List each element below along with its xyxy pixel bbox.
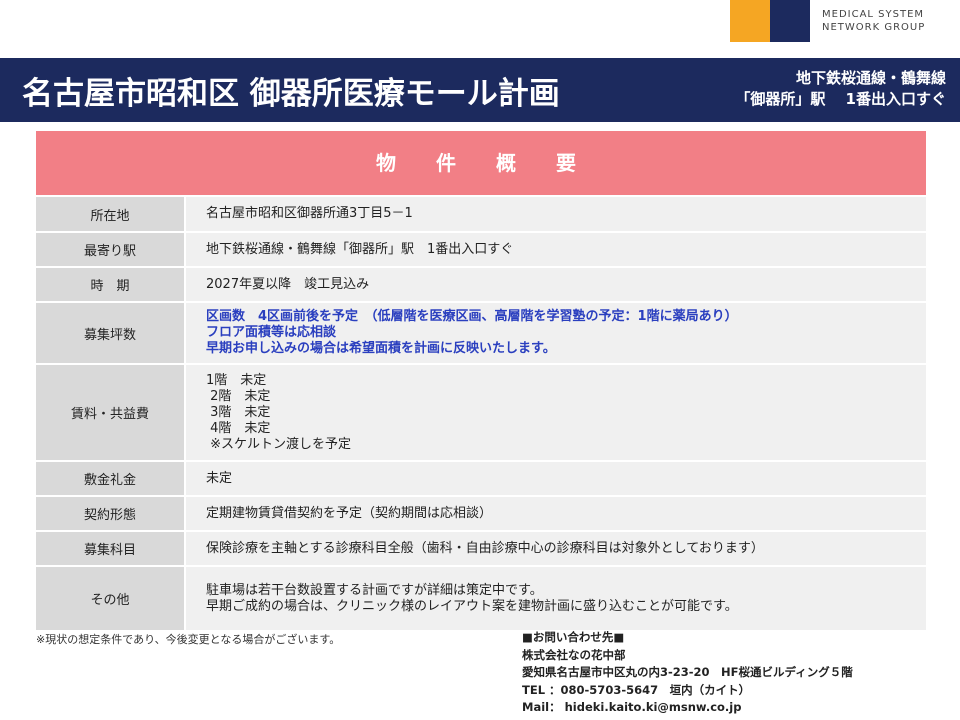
value-line: 早期お申し込みの場合は希望面積を計画に反映いたします。 — [206, 341, 556, 356]
row-value: 区画数 4区画前後を予定 （低層階を医療区画、高層階を学習塾の予定：1階に薬局あ… — [184, 303, 926, 363]
table-row: 契約形態 定期建物賃貸借契約を予定（契約期間は応相談） — [36, 495, 926, 530]
row-label: 時 期 — [36, 268, 184, 301]
value-line: 2階 未定 — [206, 388, 271, 404]
row-label: 所在地 — [36, 197, 184, 231]
value-line: フロア面積等は応相談 — [206, 325, 337, 340]
value-line: 駐車場は若干台数設置する計画ですが詳細は策定中です。 — [206, 582, 543, 598]
logo-orange-block — [730, 0, 770, 42]
header-station-info: 地下鉄桜通線・鶴舞線 「御器所」駅 1番出入口すぐ — [735, 68, 946, 110]
value-line: 定期建物賃貸借契約を予定（契約期間は応相談） — [206, 505, 493, 521]
value-line: 区画数 4区画前後を予定 （低層階を医療区画、高層階を学習塾の予定：1階に薬局あ… — [206, 309, 738, 324]
row-value: 保険診療を主軸とする診療科目全般（歯科・自由診療中心の診療科目は対象外としており… — [184, 532, 926, 565]
row-value: 地下鉄桜通線・鶴舞線「御器所」駅 1番出入口すぐ — [184, 233, 926, 266]
row-label: その他 — [36, 567, 184, 630]
row-value: 2027年夏以降 竣工見込み — [184, 268, 926, 301]
table-row: その他 駐車場は若干台数設置する計画ですが詳細は策定中です。 早期ご成約の場合は… — [36, 565, 926, 630]
value-line: 地下鉄桜通線・鶴舞線「御器所」駅 1番出入口すぐ — [206, 241, 514, 257]
page-title: 名古屋市昭和区 御器所医療モール計画 — [22, 76, 560, 112]
row-value: 名古屋市昭和区御器所通3丁目5－1 — [184, 197, 926, 231]
contact-company: 株式会社なの花中部 — [522, 647, 626, 662]
logo-line2: NETWORK GROUP — [822, 22, 926, 33]
row-value: 未定 — [184, 462, 926, 495]
table-row: 最寄り駅 地下鉄桜通線・鶴舞線「御器所」駅 1番出入口すぐ — [36, 231, 926, 266]
row-label: 契約形態 — [36, 497, 184, 530]
disclaimer-note: ※現状の想定条件であり、今後変更となる場合がございます。 — [36, 633, 341, 646]
value-line: 名古屋市昭和区御器所通3丁目5－1 — [206, 206, 413, 221]
row-value: 駐車場は若干台数設置する計画ですが詳細は策定中です。 早期ご成約の場合は、クリニ… — [184, 567, 926, 630]
row-value: 1階 未定 2階 未定 3階 未定 4階 未定 ※スケルトン渡しを予定 — [184, 365, 926, 460]
contact-address: 愛知県名古屋市中区丸の内3-23-20 HF桜通ビルディング５階 — [522, 665, 853, 679]
contact-mail[interactable]: Mail： hideki.kaito.ki@msnw.co.jp — [522, 699, 853, 717]
table-title: 物 件 概 要 — [36, 131, 926, 195]
row-label: 最寄り駅 — [36, 233, 184, 266]
value-line: 1階 未定 — [206, 372, 267, 388]
logo-line1: MEDICAL SYSTEM — [822, 9, 925, 20]
table-row: 敷金礼金 未定 — [36, 460, 926, 495]
row-label: 募集坪数 — [36, 303, 184, 363]
value-line: 4階 未定 — [206, 420, 271, 436]
contact-heading: ■お問い合わせ先■ — [522, 630, 625, 644]
header-bar: 名古屋市昭和区 御器所医療モール計画 地下鉄桜通線・鶴舞線 「御器所」駅 1番出… — [0, 58, 960, 122]
table-row: 所在地 名古屋市昭和区御器所通3丁目5－1 — [36, 195, 926, 231]
row-value: 定期建物賃貸借契約を予定（契約期間は応相談） — [184, 497, 926, 530]
company-logo-text: MEDICAL SYSTEM NETWORK GROUP — [822, 8, 925, 34]
table-row: 時 期 2027年夏以降 竣工見込み — [36, 266, 926, 301]
value-line: 保険診療を主軸とする診療科目全般（歯科・自由診療中心の診療科目は対象外としており… — [206, 540, 764, 556]
row-label: 敷金礼金 — [36, 462, 184, 495]
header-sub-line2: 「御器所」駅 1番出入口すぐ — [735, 90, 946, 108]
row-label: 賃料・共益費 — [36, 365, 184, 460]
row-label: 募集科目 — [36, 532, 184, 565]
value-line: 未定 — [206, 470, 233, 486]
value-line: 3階 未定 — [206, 404, 271, 420]
property-overview-table: 物 件 概 要 所在地 名古屋市昭和区御器所通3丁目5－1 最寄り駅 地下鉄桜通… — [36, 131, 926, 630]
logo-navy-block — [770, 0, 810, 42]
contact-tel: TEL ：080-5703-5647 垣内（カイト） — [522, 682, 751, 697]
table-row: 募集科目 保険診療を主軸とする診療科目全般（歯科・自由診療中心の診療科目は対象外… — [36, 530, 926, 565]
value-line: 早期ご成約の場合は、クリニック様のレイアウト案を建物計画に盛り込むことが可能です… — [206, 598, 738, 614]
value-line: 2027年夏以降 竣工見込み — [206, 276, 370, 292]
table-row: 募集坪数 区画数 4区画前後を予定 （低層階を医療区画、高層階を学習塾の予定：1… — [36, 301, 926, 363]
value-line: ※スケルトン渡しを予定 — [206, 436, 352, 452]
contact-info: ■お問い合わせ先■ 株式会社なの花中部 愛知県名古屋市中区丸の内3-23-20 … — [522, 629, 853, 717]
table-row: 賃料・共益費 1階 未定 2階 未定 3階 未定 4階 未定 ※スケルトン渡しを… — [36, 363, 926, 460]
header-sub-line1: 地下鉄桜通線・鶴舞線 — [795, 69, 946, 87]
